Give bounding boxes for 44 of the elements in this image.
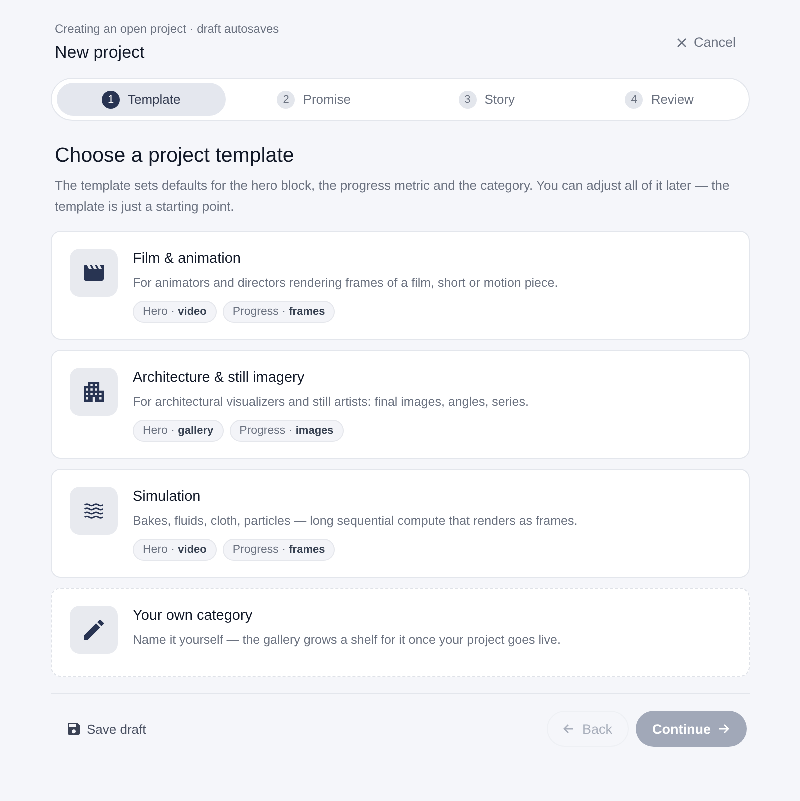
card-title: Simulation — [133, 488, 202, 506]
arrow-left-icon — [563, 724, 574, 734]
step-tab[interactable]: 2 Promise — [230, 83, 398, 116]
step-label: Template — [128, 92, 181, 107]
waves-icon — [70, 487, 118, 535]
pencil-icon — [70, 606, 118, 654]
building-icon — [70, 368, 118, 416]
page-title: New project — [55, 42, 146, 64]
card-title: Architecture & still imagery — [133, 369, 306, 387]
tag: Hero · video — [133, 539, 217, 561]
step-number: 3 — [458, 90, 477, 108]
section-heading: Choose a project template — [55, 143, 296, 169]
template-card[interactable]: Architecture & still imagery For architectural visualizers and still artists: final images, angles, series. Hero · gallery Progress · images — [51, 350, 750, 459]
step-tab[interactable]: 3 Story — [402, 83, 572, 116]
custom-category-card[interactable]: Your own category Name it yourself — the gallery grows a shelf for it once your project goes live. — [51, 588, 750, 677]
card-description: Name it yourself — the gallery grows a shelf for it once your project goes live. — [133, 632, 561, 649]
card-description: Bakes, fluids, cloth, particles — long sequential compute that renders as frames. — [133, 513, 578, 530]
step-label: Story — [484, 92, 516, 107]
card-title: Film & animation — [133, 250, 242, 268]
tag: Progress · frames — [222, 301, 336, 323]
section-description: The template sets defaults for the hero block, the progress metric and the category. You can adjust all of it later — the template is just a starting point. — [55, 177, 731, 216]
tag: Progress · frames — [222, 539, 336, 561]
step-number: 4 — [625, 90, 644, 108]
card-description: For animators and directors rendering frames of a film, short or motion piece. — [133, 275, 558, 292]
save-icon — [68, 723, 80, 735]
step-label: Review — [651, 92, 694, 107]
step-tab[interactable]: 1 Template — [57, 83, 226, 116]
cancel-button[interactable]: Cancel — [662, 27, 750, 58]
arrow-right-icon — [719, 724, 730, 734]
step-number: 2 — [277, 90, 296, 108]
step-label: Promise — [303, 92, 351, 107]
tag: Hero · video — [133, 301, 217, 323]
clapperboard-icon — [70, 249, 118, 297]
template-card[interactable]: Film & animation For animators and directors rendering frames of a film, short or motion piece. Hero · video Progress · frames — [51, 231, 750, 340]
page-subtitle: Creating an open project · draft autosaves — [55, 22, 280, 36]
card-description: For architectural visualizers and still artists: final images, angles, series. — [133, 394, 529, 411]
step-tab[interactable]: 4 Review — [575, 83, 744, 116]
step-number: 1 — [102, 90, 120, 108]
card-title: Your own category — [133, 607, 254, 625]
tag: Progress · images — [230, 420, 344, 442]
template-card[interactable]: Simulation Bakes, fluids, cloth, particles — long sequential compute that renders as frames. Hero · video Progress · frames — [51, 469, 750, 578]
save-draft-button[interactable]: Save draft — [51, 714, 156, 744]
tag: Hero · gallery — [133, 420, 224, 442]
close-icon — [676, 38, 687, 48]
